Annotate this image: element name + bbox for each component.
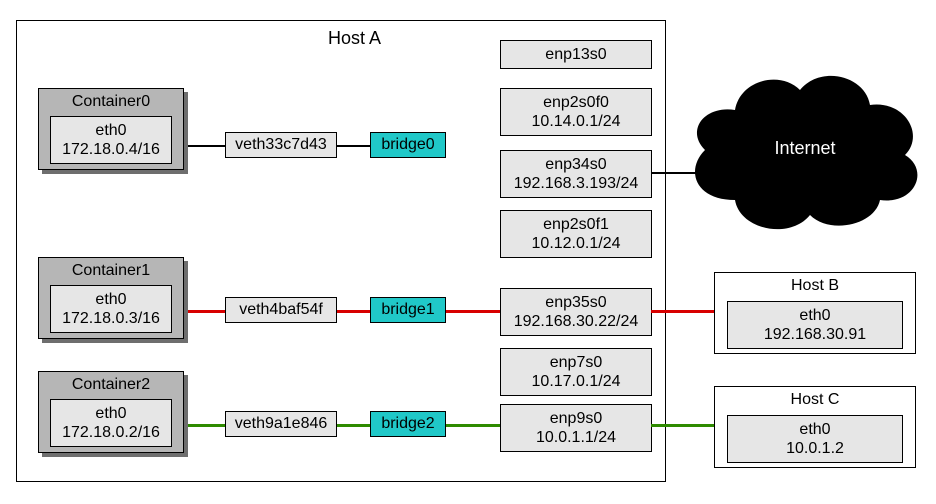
nic-enp9s0: enp9s0 10.0.1.1/24 [500, 404, 652, 452]
nic-enp9s0-name: enp9s0 [501, 409, 651, 428]
diagram-canvas: Host A Container0 eth0 172.18.0.4/16 vet… [0, 0, 936, 504]
nic-enp7s0-ip: 10.17.0.1/24 [501, 372, 651, 391]
host-c-eth: eth0 10.0.1.2 [727, 415, 903, 463]
nic-enp34s0-name: enp34s0 [501, 155, 651, 174]
host-a-label: Host A [328, 28, 381, 49]
nic-enp2s0f0-ip: 10.14.0.1/24 [501, 112, 651, 131]
nic-enp13s0: enp13s0 [500, 40, 652, 69]
nic-enp7s0-name: enp7s0 [501, 353, 651, 372]
veth2-box: veth9a1e846 [225, 411, 337, 437]
nic-enp2s0f0-name: enp2s0f0 [501, 93, 651, 112]
host-b-iface: eth0 [728, 306, 902, 325]
host-b-ip: 192.168.30.91 [728, 325, 902, 344]
nic-enp2s0f1-ip: 10.12.0.1/24 [501, 234, 651, 253]
bridge0-box: bridge0 [370, 132, 446, 158]
container0-eth: eth0 172.18.0.4/16 [50, 116, 172, 164]
host-c-box: Host C eth0 10.0.1.2 [714, 386, 916, 468]
nic-enp2s0f0: enp2s0f0 10.14.0.1/24 [500, 88, 652, 136]
nic-enp34s0-ip: 192.168.3.193/24 [501, 174, 651, 193]
veth1-box: veth4baf54f [225, 297, 337, 323]
container1-ip: 172.18.0.3/16 [51, 309, 171, 328]
host-b-eth: eth0 192.168.30.91 [727, 301, 903, 349]
host-c-ip: 10.0.1.2 [728, 439, 902, 458]
link-veth0-bridge0 [335, 145, 370, 147]
container2-iface: eth0 [51, 404, 171, 423]
nic-enp13s0-name: enp13s0 [501, 45, 651, 64]
link-hostb [651, 310, 714, 313]
nic-enp2s0f1: enp2s0f1 10.12.0.1/24 [500, 210, 652, 258]
container2-title: Container2 [39, 372, 183, 394]
host-b-box: Host B eth0 192.168.30.91 [714, 272, 916, 354]
nic-enp35s0-ip: 192.168.30.22/24 [501, 312, 651, 331]
container0-iface: eth0 [51, 121, 171, 140]
nic-enp9s0-ip: 10.0.1.1/24 [501, 428, 651, 447]
host-c-iface: eth0 [728, 420, 902, 439]
container2-eth: eth0 172.18.0.2/16 [50, 399, 172, 447]
internet-label: Internet [680, 138, 930, 159]
container1-eth: eth0 172.18.0.3/16 [50, 285, 172, 333]
nic-enp35s0-name: enp35s0 [501, 293, 651, 312]
container0-title: Container0 [39, 89, 183, 111]
link-c0-veth [180, 145, 225, 147]
container0-ip: 172.18.0.4/16 [51, 140, 171, 159]
host-b-title: Host B [715, 273, 915, 295]
container2-ip: 172.18.0.2/16 [51, 423, 171, 442]
nic-enp34s0: enp34s0 192.168.3.193/24 [500, 150, 652, 198]
container1-title: Container1 [39, 258, 183, 280]
internet-cloud: Internet [680, 50, 930, 250]
nic-enp35s0: enp35s0 192.168.30.22/24 [500, 288, 652, 336]
nic-enp7s0: enp7s0 10.17.0.1/24 [500, 348, 652, 396]
container1-iface: eth0 [51, 290, 171, 309]
link-hostc [651, 424, 714, 427]
host-c-title: Host C [715, 387, 915, 409]
nic-enp2s0f1-name: enp2s0f1 [501, 215, 651, 234]
veth0-box: veth33c7d43 [225, 132, 337, 158]
bridge1-box: bridge1 [370, 297, 446, 323]
bridge2-box: bridge2 [370, 411, 446, 437]
